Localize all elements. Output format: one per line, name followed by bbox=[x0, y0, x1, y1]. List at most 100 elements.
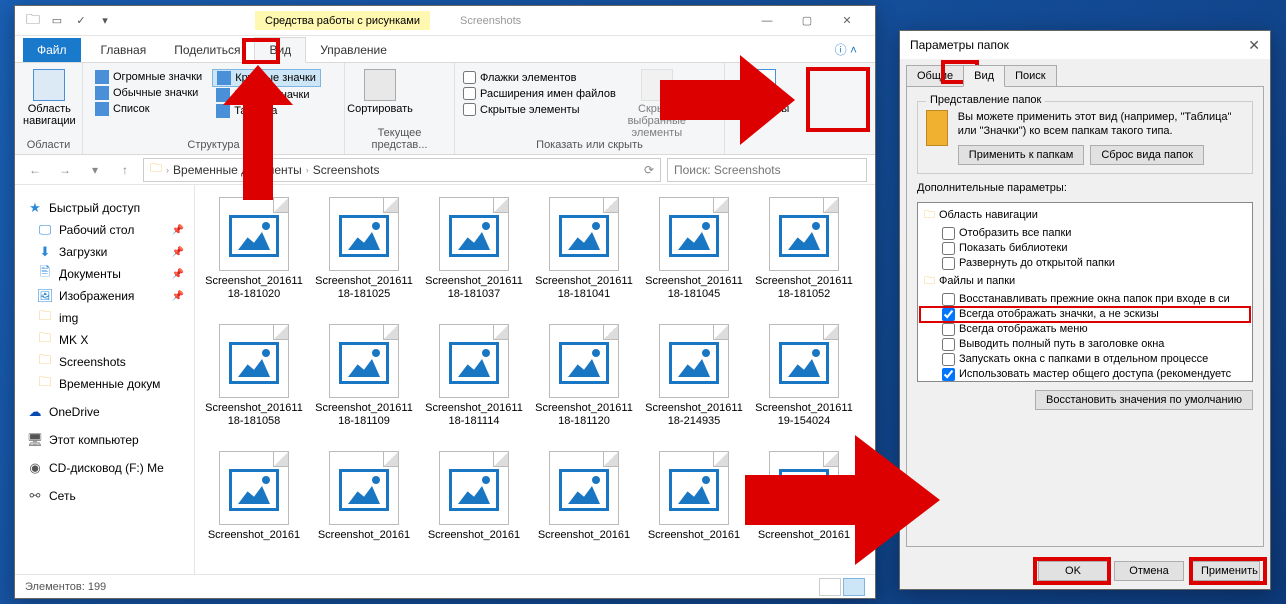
hide-selected-button: Скрыть выбранные элементы bbox=[630, 69, 684, 139]
up-button[interactable]: ↑ bbox=[113, 158, 137, 182]
nav-pictures[interactable]: 🖼Изображения📌 bbox=[15, 285, 194, 307]
file-item[interactable]: Screenshot_20161118-181114 bbox=[421, 320, 527, 445]
layout-small-icons[interactable]: Мелкие значки bbox=[212, 87, 321, 103]
layout-large-icons[interactable]: Крупные значки bbox=[212, 69, 321, 87]
home-tab[interactable]: Главная bbox=[87, 38, 161, 62]
nav-temp[interactable]: 🗀Временные докум bbox=[15, 373, 194, 395]
window-title: Screenshots bbox=[460, 15, 521, 27]
file-item[interactable]: Screenshot_20161118-181109 bbox=[311, 320, 417, 445]
forward-button[interactable]: → bbox=[53, 158, 77, 182]
navigation-pane: ★Быстрый доступ 🖵Рабочий стол📌 ⬇Загрузки… bbox=[15, 185, 195, 574]
ok-button[interactable]: OK bbox=[1038, 561, 1108, 581]
layout-huge-icons[interactable]: Огромные значки bbox=[91, 69, 206, 85]
file-item[interactable]: Screenshot_20161118-214935 bbox=[641, 320, 747, 445]
file-item[interactable]: Screenshot_20161118-181120 bbox=[531, 320, 637, 445]
nav-downloads[interactable]: ⬇Загрузки📌 bbox=[15, 241, 194, 263]
show-all-folders-checkbox[interactable] bbox=[942, 227, 955, 240]
sharing-wizard-checkbox[interactable] bbox=[942, 368, 955, 381]
recent-dropdown[interactable]: ▾ bbox=[83, 158, 107, 182]
file-explorer-window: 🗀 ▭ ✓ ▾ Средства работы с рисунками Scre… bbox=[14, 5, 876, 599]
file-item[interactable]: Screenshot_20161119-154024 bbox=[751, 320, 857, 445]
layout-list[interactable]: Список bbox=[91, 101, 206, 117]
dialog-tabs: Общие Вид Поиск bbox=[900, 59, 1270, 87]
always-show-icons-checkbox[interactable] bbox=[942, 308, 955, 321]
ribbon-help-icon[interactable]: ⓘ ˄ bbox=[825, 37, 867, 62]
layout-medium-icons[interactable]: Обычные значки bbox=[91, 85, 206, 101]
status-bar: Элементов: 199 bbox=[15, 574, 875, 598]
file-item[interactable]: Screenshot_20161118-181025 bbox=[311, 193, 417, 318]
close-button[interactable]: ✕ bbox=[827, 7, 867, 35]
general-tab[interactable]: Общие bbox=[906, 65, 964, 87]
separate-process-checkbox[interactable] bbox=[942, 353, 955, 366]
manage-tab[interactable]: Управление bbox=[306, 38, 401, 62]
hidden-items-toggle[interactable]: Скрытые элементы bbox=[463, 103, 616, 116]
file-extensions-toggle[interactable]: Расширения имен файлов bbox=[463, 87, 616, 100]
search-tab[interactable]: Поиск bbox=[1004, 65, 1056, 87]
always-show-menu-checkbox[interactable] bbox=[942, 323, 955, 336]
item-count: Элементов: 199 bbox=[25, 581, 106, 593]
show-libraries-checkbox[interactable] bbox=[942, 242, 955, 255]
file-list[interactable]: Screenshot_20161118-181020Screenshot_201… bbox=[195, 185, 875, 574]
ribbon-group-label: Показать или скрыть bbox=[463, 139, 716, 154]
cancel-button[interactable]: Отмена bbox=[1114, 561, 1184, 581]
back-button[interactable]: ← bbox=[23, 158, 47, 182]
quick-access[interactable]: ★Быстрый доступ bbox=[15, 197, 194, 219]
expand-to-open-checkbox[interactable] bbox=[942, 257, 955, 270]
file-item[interactable]: Screenshot_20161118-181041 bbox=[531, 193, 637, 318]
nav-this-pc[interactable]: 🖥Этот компьютер bbox=[15, 429, 194, 451]
file-item[interactable]: Screenshot_20161 bbox=[531, 447, 637, 572]
maximize-button[interactable]: ▢ bbox=[787, 7, 827, 35]
view-tab[interactable]: Вид bbox=[254, 37, 306, 63]
apply-to-folders-button[interactable]: Применить к папкам bbox=[958, 145, 1085, 165]
advanced-settings-list[interactable]: 🗀Область навигации Отобразить все папки … bbox=[917, 202, 1253, 382]
nav-desktop[interactable]: 🖵Рабочий стол📌 bbox=[15, 219, 194, 241]
layout-table[interactable]: Таблица bbox=[212, 103, 321, 119]
dialog-title-bar: Параметры папок ✕ bbox=[900, 31, 1270, 59]
apply-button[interactable]: Применить bbox=[1190, 561, 1260, 581]
icons-view-button[interactable] bbox=[843, 578, 865, 596]
nav-network[interactable]: ⚯Сеть bbox=[15, 485, 194, 507]
full-path-title-checkbox[interactable] bbox=[942, 338, 955, 351]
file-tab[interactable]: Файл bbox=[23, 38, 81, 62]
reset-folders-button[interactable]: Сброс вида папок bbox=[1090, 145, 1204, 165]
file-item[interactable]: Screenshot_20161118-181037 bbox=[421, 193, 527, 318]
dialog-close-button[interactable]: ✕ bbox=[1248, 37, 1260, 54]
file-item[interactable]: Screenshot_20161 bbox=[641, 447, 747, 572]
qat-dropdown-icon[interactable]: ▾ bbox=[95, 11, 115, 31]
options-button[interactable]: Параметры bbox=[733, 69, 787, 115]
minimize-button[interactable]: — bbox=[747, 7, 787, 35]
ribbon-group-label: Структура bbox=[91, 139, 336, 154]
qat-new-folder-icon[interactable]: ✓ bbox=[71, 11, 91, 31]
nav-onedrive[interactable]: ☁OneDrive bbox=[15, 401, 194, 423]
folder-views-group: Представление папок Вы можете применить … bbox=[917, 101, 1253, 174]
nav-documents[interactable]: 🖹Документы📌 bbox=[15, 263, 194, 285]
navigation-pane-button[interactable]: Область навигации bbox=[23, 69, 76, 127]
advanced-settings-label: Дополнительные параметры: bbox=[917, 182, 1253, 194]
details-view-button[interactable] bbox=[819, 578, 841, 596]
search-input[interactable] bbox=[667, 158, 867, 182]
view-tab[interactable]: Вид bbox=[963, 65, 1005, 87]
qat-properties-icon[interactable]: ▭ bbox=[47, 11, 67, 31]
nav-screenshots[interactable]: 🗀Screenshots bbox=[15, 351, 194, 373]
breadcrumb[interactable]: 🗀› Временные документы› Screenshots ⟳ bbox=[143, 158, 661, 182]
folder-options-dialog: Параметры папок ✕ Общие Вид Поиск Предст… bbox=[899, 30, 1271, 590]
file-item[interactable]: Screenshot_20161 bbox=[311, 447, 417, 572]
item-checkboxes-toggle[interactable]: Флажки элементов bbox=[463, 71, 616, 84]
nav-cd-drive[interactable]: ◉CD-дисковод (F:) Me bbox=[15, 457, 194, 479]
restore-defaults-button[interactable]: Восстановить значения по умолчанию bbox=[1035, 390, 1253, 410]
file-item[interactable]: Screenshot_20161118-181052 bbox=[751, 193, 857, 318]
restore-windows-checkbox[interactable] bbox=[942, 293, 955, 306]
file-item[interactable]: Screenshot_20161118-181020 bbox=[201, 193, 307, 318]
sort-button[interactable]: Сортировать bbox=[353, 69, 407, 115]
file-item[interactable]: Screenshot_20161118-181045 bbox=[641, 193, 747, 318]
refresh-icon[interactable]: ⟳ bbox=[644, 163, 654, 177]
share-tab[interactable]: Поделиться bbox=[160, 38, 254, 62]
address-bar: ← → ▾ ↑ 🗀› Временные документы› Screensh… bbox=[15, 155, 875, 185]
file-item[interactable]: Screenshot_20161118-181058 bbox=[201, 320, 307, 445]
file-item[interactable]: Screenshot_20161 bbox=[421, 447, 527, 572]
file-item[interactable]: Screenshot_20161 bbox=[751, 447, 857, 572]
ribbon-tabs: Файл Главная Поделиться Вид Управление ⓘ… bbox=[15, 36, 875, 63]
file-item[interactable]: Screenshot_20161 bbox=[201, 447, 307, 572]
nav-img[interactable]: 🗀img bbox=[15, 307, 194, 329]
nav-mkx[interactable]: 🗀MK X bbox=[15, 329, 194, 351]
